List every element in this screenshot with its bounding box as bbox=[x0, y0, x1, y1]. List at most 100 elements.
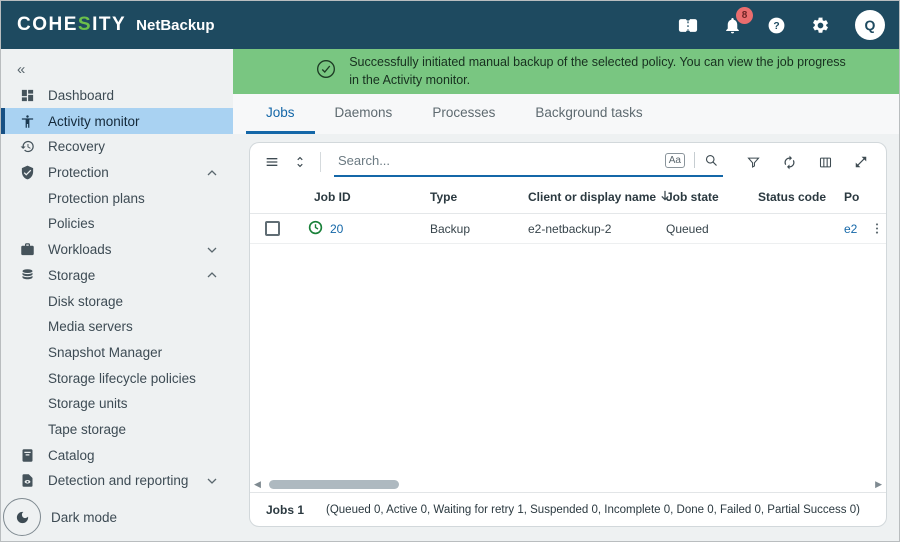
jobs-count-label: Jobs 1 bbox=[266, 503, 304, 517]
notifications-bell-icon[interactable]: 8 bbox=[723, 16, 742, 35]
sidebar-item-label: Media servers bbox=[48, 319, 133, 334]
sidebar-item-label: Activity monitor bbox=[48, 114, 140, 129]
help-icon[interactable]: ? bbox=[767, 16, 786, 35]
job-id-link[interactable]: 20 bbox=[330, 222, 343, 236]
brand-logo: COHESITY NetBackup bbox=[17, 14, 215, 36]
main-area: Successfully initiated manual backup of … bbox=[233, 49, 899, 541]
unfold-rows-icon[interactable] bbox=[293, 154, 307, 170]
scrollbar-thumb[interactable] bbox=[269, 480, 399, 489]
column-header-type[interactable]: Type bbox=[410, 190, 508, 204]
dashboard-icon bbox=[19, 87, 36, 104]
header-actions: 8 ? Q bbox=[678, 10, 885, 40]
top-header-bar: COHESITY NetBackup 8 ? Q bbox=[1, 1, 899, 49]
sidebar-item-snapshot-manager[interactable]: Snapshot Manager bbox=[1, 340, 233, 366]
sidebar-item-label: Detection and reporting bbox=[48, 473, 188, 488]
sidebar-item-protection[interactable]: Protection bbox=[1, 160, 233, 186]
job-queued-clock-icon bbox=[308, 220, 323, 238]
svg-text:?: ? bbox=[773, 21, 779, 32]
catalog-book-icon bbox=[19, 447, 36, 464]
tab-background-tasks[interactable]: Background tasks bbox=[515, 94, 662, 134]
workloads-briefcase-icon bbox=[19, 241, 36, 258]
sidebar-item-storage-units[interactable]: Storage units bbox=[1, 391, 233, 417]
column-header-client[interactable]: Client or display name bbox=[508, 190, 650, 204]
brand-prefix: COHE bbox=[17, 14, 78, 35]
tab-label: Processes bbox=[432, 105, 495, 120]
tab-label: Daemons bbox=[335, 105, 393, 120]
column-header-job-state[interactable]: Job state bbox=[650, 190, 744, 204]
scrollbar-track[interactable] bbox=[261, 479, 875, 489]
sidebar-item-detection-and-reporting[interactable]: Detection and reporting bbox=[1, 468, 233, 494]
chevron-up-icon bbox=[207, 272, 217, 278]
dark-mode-label: Dark mode bbox=[51, 510, 117, 525]
sidebar-item-label: Protection plans bbox=[48, 191, 145, 206]
sidebar-item-label: Workloads bbox=[48, 242, 112, 257]
table-toolbar: Aa bbox=[250, 143, 886, 181]
sidebar-item-policies[interactable]: Policies bbox=[1, 211, 233, 237]
toolbar-actions bbox=[746, 155, 872, 170]
sidebar-item-protection-plans[interactable]: Protection plans bbox=[1, 185, 233, 211]
collapse-chevrons-icon: « bbox=[17, 61, 25, 78]
sidebar-item-label: Catalog bbox=[48, 448, 95, 463]
row-checkbox[interactable] bbox=[265, 221, 280, 236]
scroll-right-arrow[interactable]: ▶ bbox=[875, 480, 882, 489]
sidebar-item-recovery[interactable]: Recovery bbox=[1, 134, 233, 160]
dark-mode-toggle[interactable]: Dark mode bbox=[1, 494, 233, 541]
sidebar-item-activity-monitor[interactable]: Activity monitor bbox=[1, 108, 233, 134]
sidebar-item-tape-storage[interactable]: Tape storage bbox=[1, 417, 233, 443]
tab-daemons[interactable]: Daemons bbox=[315, 94, 413, 134]
sidebar-collapse-button[interactable]: « bbox=[1, 57, 233, 83]
column-header-label: Client or display name bbox=[528, 190, 656, 204]
tab-jobs[interactable]: Jobs bbox=[246, 94, 315, 134]
horizontal-scrollbar: ◀ ▶ bbox=[250, 476, 886, 492]
sidebar-item-label: Protection bbox=[48, 165, 109, 180]
chevron-down-icon bbox=[207, 247, 217, 253]
activity-monitor-icon bbox=[19, 113, 36, 130]
refresh-icon[interactable] bbox=[782, 155, 797, 170]
brand-s-glyph: S bbox=[78, 14, 92, 35]
columns-icon[interactable] bbox=[818, 155, 833, 170]
tab-processes[interactable]: Processes bbox=[412, 94, 515, 134]
sidebar-item-media-servers[interactable]: Media servers bbox=[1, 314, 233, 340]
sidebar-item-label: Tape storage bbox=[48, 422, 126, 437]
table-row[interactable]: 20 Backup e2-netbackup-2 Queued e2 bbox=[250, 214, 886, 244]
scroll-left-arrow[interactable]: ◀ bbox=[254, 480, 261, 489]
column-header-status-code[interactable]: Status code bbox=[744, 190, 832, 204]
brand-suffix: ITY bbox=[92, 14, 126, 35]
banner-line1: Successfully initiated manual backup of … bbox=[349, 54, 846, 72]
column-header-job-id[interactable]: Job ID bbox=[294, 190, 410, 204]
sidebar-item-label: Storage units bbox=[48, 396, 128, 411]
sidebar-item-label: Policies bbox=[48, 216, 95, 231]
sidebar-item-dashboard[interactable]: Dashboard bbox=[1, 83, 233, 109]
filter-funnel-icon[interactable] bbox=[746, 155, 761, 170]
expand-fullscreen-icon[interactable] bbox=[854, 155, 868, 169]
success-banner: Successfully initiated manual backup of … bbox=[233, 49, 899, 94]
sidebar-item-catalog[interactable]: Catalog bbox=[1, 442, 233, 468]
sidebar-item-disk-storage[interactable]: Disk storage bbox=[1, 288, 233, 314]
dark-mode-moon-icon bbox=[3, 498, 41, 536]
sidebar-item-storage[interactable]: Storage bbox=[1, 263, 233, 289]
match-case-toggle[interactable]: Aa bbox=[665, 153, 685, 168]
protection-shield-icon bbox=[19, 164, 36, 181]
search-input[interactable] bbox=[338, 153, 665, 168]
search-icon[interactable] bbox=[704, 153, 719, 168]
sidebar-nav: « Dashboard Activity monitor Recovery Pr… bbox=[1, 49, 233, 541]
license-ticket-icon[interactable] bbox=[678, 18, 698, 33]
tab-bar: Jobs Daemons Processes Background tasks bbox=[233, 94, 899, 134]
app-window: COHESITY NetBackup 8 ? Q « bbox=[0, 0, 900, 542]
user-avatar[interactable]: Q bbox=[855, 10, 885, 40]
chevron-up-icon bbox=[207, 170, 217, 176]
view-menu-icon[interactable] bbox=[264, 154, 280, 170]
settings-gear-icon[interactable] bbox=[811, 16, 830, 35]
notification-badge: 8 bbox=[736, 7, 753, 24]
sidebar-item-label: Disk storage bbox=[48, 294, 123, 309]
sidebar-item-workloads[interactable]: Workloads bbox=[1, 237, 233, 263]
sidebar-item-label: Recovery bbox=[48, 139, 105, 154]
policy-link-cell[interactable]: e2 bbox=[832, 222, 866, 236]
row-kebab-menu[interactable] bbox=[866, 221, 887, 236]
brand-name: COHESITY bbox=[17, 14, 126, 36]
sidebar-item-storage-lifecycle-policies[interactable]: Storage lifecycle policies bbox=[1, 365, 233, 391]
tab-label: Jobs bbox=[266, 105, 295, 120]
jobs-table-card: Aa Job ID bbox=[249, 142, 887, 527]
banner-line2: in the Activity monitor. bbox=[349, 72, 846, 90]
column-header-policy[interactable]: Po bbox=[832, 190, 866, 204]
